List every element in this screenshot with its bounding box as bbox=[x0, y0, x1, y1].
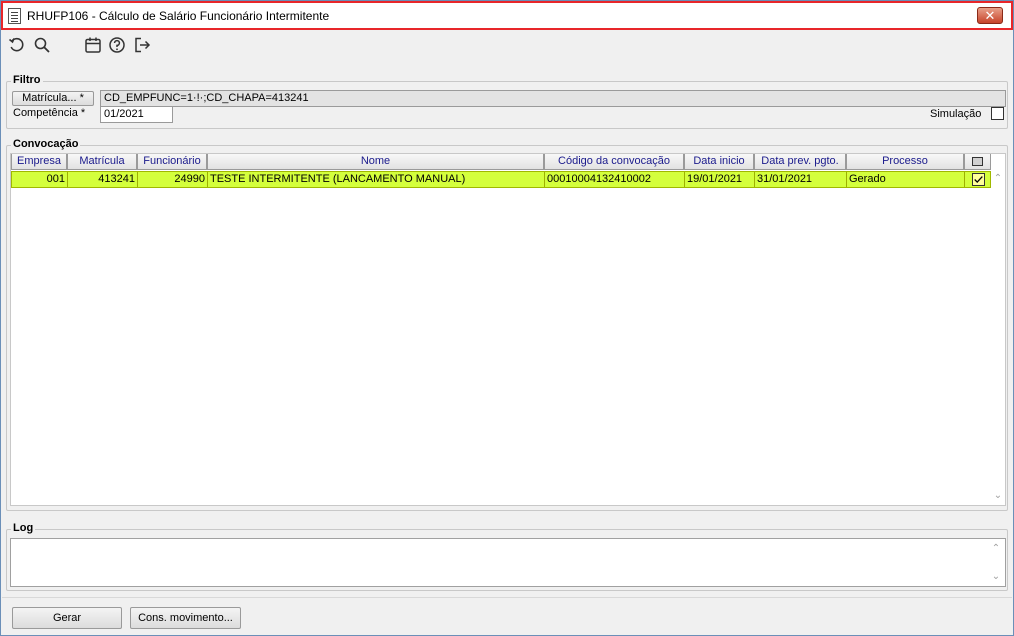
column-header[interactable]: Data prev. pgto. bbox=[754, 154, 846, 170]
toolbar bbox=[2, 31, 1012, 59]
select-all-header[interactable] bbox=[964, 154, 991, 170]
select-all-checkbox[interactable] bbox=[972, 157, 983, 166]
convocacao-label: Convocação bbox=[11, 138, 81, 150]
filtro-label: Filtro bbox=[11, 74, 43, 86]
column-header[interactable]: Processo bbox=[846, 154, 964, 170]
cell-funcionario: 24990 bbox=[138, 172, 208, 187]
convocacao-grid: Empresa Matrícula Funcionário Nome Códig… bbox=[10, 153, 1006, 506]
close-button[interactable]: ✕ bbox=[977, 7, 1003, 24]
column-header[interactable]: Matrícula bbox=[67, 154, 137, 170]
window-title: RHUFP106 - Cálculo de Salário Funcionári… bbox=[27, 9, 330, 23]
exit-icon[interactable] bbox=[133, 36, 151, 54]
column-header[interactable]: Funcionário bbox=[137, 154, 207, 170]
gerar-button[interactable]: Gerar bbox=[12, 607, 122, 629]
simulacao-label: Simulação bbox=[930, 108, 982, 120]
column-header[interactable]: Código da convocação bbox=[544, 154, 684, 170]
log-textarea[interactable]: ⌃ ⌄ bbox=[10, 538, 1006, 587]
scroll-up-icon[interactable]: ⌃ bbox=[992, 174, 1004, 184]
column-header[interactable]: Nome bbox=[207, 154, 544, 170]
cell-data-inicio: 19/01/2021 bbox=[685, 172, 755, 187]
competencia-label: Competência * bbox=[13, 107, 86, 119]
matricula-button[interactable]: Matrícula... * bbox=[12, 91, 94, 106]
cell-data-prev: 31/01/2021 bbox=[755, 172, 847, 187]
footer-divider bbox=[2, 597, 1012, 598]
table-row[interactable]: 001 413241 24990 TESTE INTERMITENTE (LAN… bbox=[11, 171, 991, 188]
title-bar: RHUFP106 - Cálculo de Salário Funcionári… bbox=[1, 1, 1013, 30]
cell-codigo: 00010004132410002 bbox=[545, 172, 685, 187]
competencia-field[interactable]: 01/2021 bbox=[100, 106, 173, 123]
log-scroll-down-icon[interactable]: ⌄ bbox=[990, 572, 1002, 582]
cell-matricula: 413241 bbox=[68, 172, 138, 187]
log-scroll-up-icon[interactable]: ⌃ bbox=[990, 544, 1002, 554]
search-icon[interactable] bbox=[33, 36, 51, 54]
log-label: Log bbox=[11, 522, 36, 534]
checkmark-icon bbox=[974, 176, 983, 183]
cell-processo: Gerado bbox=[847, 172, 965, 187]
refresh-icon[interactable] bbox=[8, 36, 26, 54]
column-header[interactable]: Empresa bbox=[11, 154, 67, 170]
column-header[interactable]: Data inicio bbox=[684, 154, 754, 170]
calendar-icon[interactable] bbox=[84, 36, 102, 54]
cell-nome: TESTE INTERMITENTE (LANCAMENTO MANUAL) bbox=[208, 172, 545, 187]
grid-header: Empresa Matrícula Funcionário Nome Códig… bbox=[11, 154, 991, 170]
matricula-field[interactable]: CD_EMPFUNC=1·!·;CD_CHAPA=413241 bbox=[100, 90, 1006, 107]
app-window: RHUFP106 - Cálculo de Salário Funcionári… bbox=[0, 0, 1014, 636]
help-icon[interactable] bbox=[108, 36, 126, 54]
cell-empresa: 001 bbox=[12, 172, 68, 187]
cons-movimento-button[interactable]: Cons. movimento... bbox=[130, 607, 241, 629]
simulacao-checkbox[interactable] bbox=[991, 107, 1004, 120]
row-checkbox[interactable] bbox=[972, 173, 985, 186]
document-icon bbox=[8, 8, 21, 24]
scroll-down-icon[interactable]: ⌄ bbox=[992, 491, 1004, 501]
